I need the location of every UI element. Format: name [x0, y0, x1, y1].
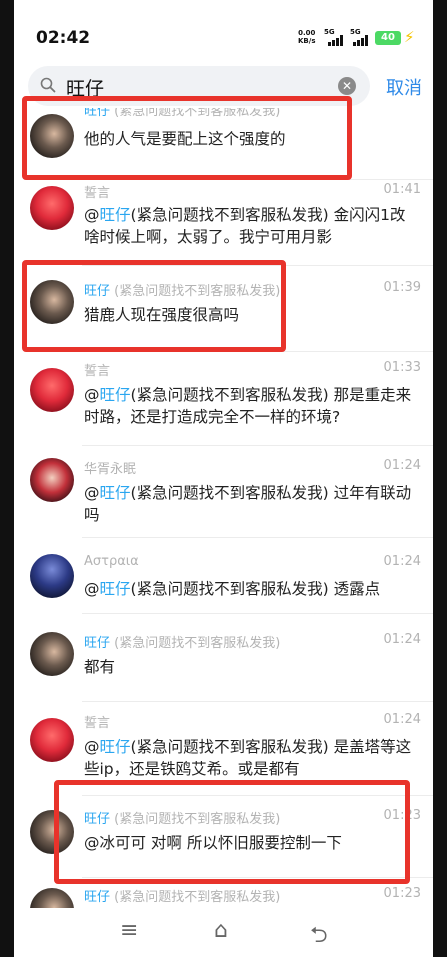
- charging-icon: ⚡: [404, 28, 415, 46]
- sender-name: Αστραια: [84, 554, 139, 569]
- highlight-box: [22, 260, 286, 352]
- search-icon: [40, 77, 56, 93]
- message-text: @旺仔(紧急问题找不到客服私发我) 透露点: [84, 580, 381, 598]
- sender-name: 誓言: [84, 364, 111, 379]
- list-item[interactable]: 誓言 01:41 @旺仔(紧急问题找不到客服私发我) 金闪闪1改啥时候上啊，太弱…: [14, 180, 433, 266]
- message-time: 01:24: [383, 712, 421, 727]
- avatar: [30, 368, 74, 412]
- sender-name: 旺仔 (紧急问题找不到客服私发我): [84, 636, 281, 651]
- avatar: [30, 632, 74, 676]
- clear-search-icon[interactable]: ✕: [338, 77, 356, 95]
- cancel-button[interactable]: 取消: [386, 74, 422, 100]
- network-speed: 0.00 KB/s: [298, 29, 316, 45]
- back-icon[interactable]: ⮌: [310, 918, 328, 956]
- avatar: [30, 718, 74, 762]
- divider: [82, 613, 433, 614]
- message-time: 01:33: [383, 360, 421, 375]
- sender-name: 誓言: [84, 186, 111, 201]
- sender-name: 旺仔 (紧急问题找不到客服私发我): [84, 890, 281, 905]
- highlight-box: [22, 96, 352, 180]
- sender-name: 华胥永眠: [84, 462, 137, 477]
- avatar: [30, 186, 74, 230]
- message-text: @旺仔(紧急问题找不到客服私发我) 金闪闪1改啥时候上啊，太弱了。我宁可用月影: [84, 206, 406, 246]
- home-icon[interactable]: ⌂: [214, 918, 228, 943]
- system-nav-bar: ≡ ⌂ ⮌: [14, 908, 433, 957]
- battery-icon: 40: [375, 31, 401, 45]
- message-time: 01:23: [383, 886, 421, 901]
- list-item[interactable]: 旺仔 (紧急问题找不到客服私发我) 01:23: [14, 882, 433, 908]
- divider: [82, 701, 433, 702]
- message-text: @旺仔(紧急问题找不到客服私发我) 过年有联动吗: [84, 484, 412, 524]
- message-text: 都有: [84, 658, 116, 676]
- message-time: 01:39: [383, 280, 421, 295]
- clock: 02:42: [36, 28, 91, 48]
- message-text: @旺仔(紧急问题找不到客服私发我) 那是重走来时路，还是打造成完全不一样的环境?: [84, 386, 412, 426]
- signal-bars-2-icon: [353, 35, 371, 46]
- list-item[interactable]: Αστραια 01:24 @旺仔(紧急问题找不到客服私发我) 透露点: [14, 540, 433, 614]
- divider: [82, 537, 433, 538]
- list-item[interactable]: 旺仔 (紧急问题找不到客服私发我) 01:24 都有: [14, 616, 433, 702]
- status-bar: 02:42 0.00 KB/s 5G 5G 40 ⚡: [14, 0, 433, 70]
- signal-bars-1-icon: [328, 35, 346, 46]
- list-item[interactable]: 誓言 01:33 @旺仔(紧急问题找不到客服私发我) 那是重走来时路，还是打造成…: [14, 352, 433, 446]
- list-item[interactable]: 华胥永眠 01:24 @旺仔(紧急问题找不到客服私发我) 过年有联动吗: [14, 446, 433, 538]
- menu-icon[interactable]: ≡: [120, 918, 138, 943]
- message-time: 01:41: [383, 182, 421, 197]
- highlight-box: [54, 780, 410, 884]
- message-time: 01:24: [383, 632, 421, 647]
- avatar: [30, 458, 74, 502]
- avatar: [30, 888, 74, 908]
- message-time: 01:24: [383, 458, 421, 473]
- avatar: [30, 554, 74, 598]
- sender-name: 誓言: [84, 716, 111, 731]
- message-text: @旺仔(紧急问题找不到客服私发我) 是盖塔等这些ip，还是铁鸥艾希。或是都有: [84, 738, 412, 778]
- phone-screen: 02:42 0.00 KB/s 5G 5G 40 ⚡ 旺仔 ✕ 取消 旺仔 (紧…: [14, 0, 433, 957]
- message-time: 01:24: [383, 554, 421, 569]
